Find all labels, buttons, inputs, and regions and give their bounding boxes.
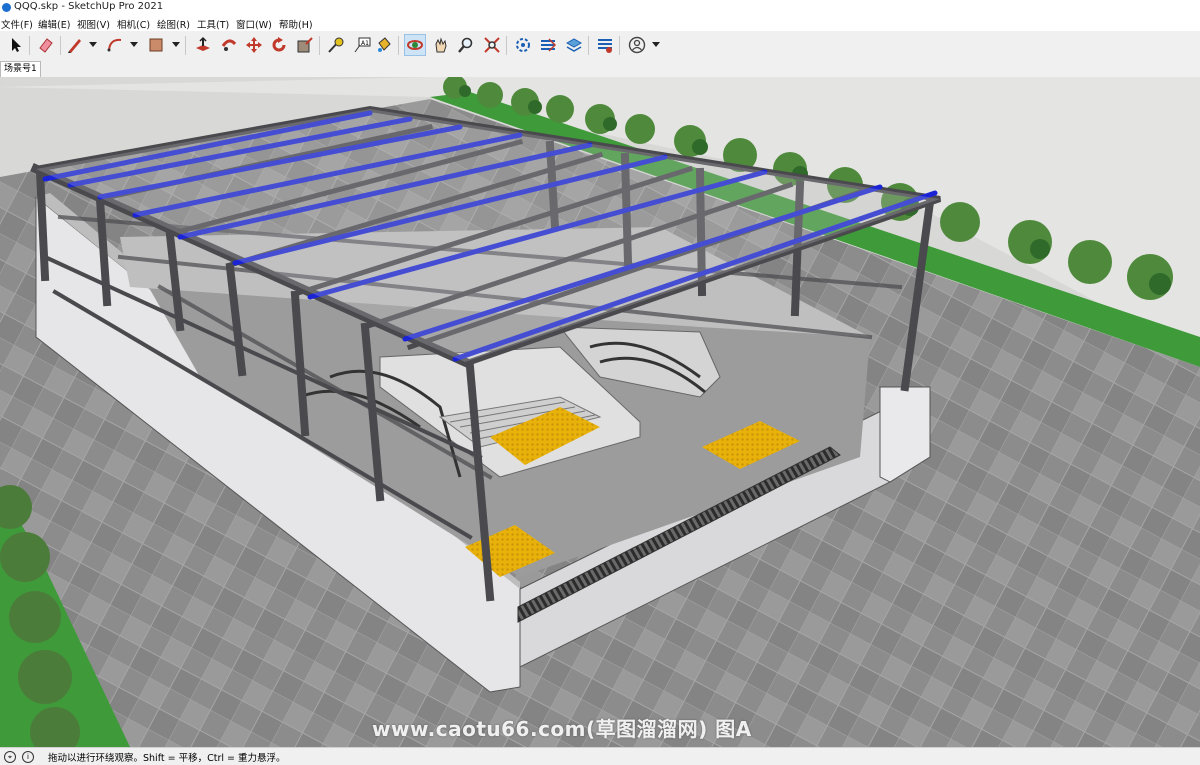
toolbar-separator (588, 36, 589, 55)
model-scene (0, 77, 1200, 747)
rectangle-icon (149, 38, 163, 52)
follow-me-tool-button[interactable] (218, 34, 240, 56)
account-button[interactable] (626, 34, 648, 56)
account-icon (628, 36, 646, 54)
menu-edit[interactable]: 编辑(E) (38, 17, 70, 31)
main-toolbar: A1 (0, 31, 1200, 61)
title-bar: QQQ.skp - SketchUp Pro 2021 (0, 0, 1200, 16)
pan-icon (435, 37, 447, 53)
layout-icon (565, 38, 583, 52)
arc-tool-button[interactable] (104, 34, 126, 56)
zoom-extents-icon (484, 37, 500, 53)
toolbar-separator (29, 36, 30, 55)
menu-view[interactable]: 视图(V) (77, 17, 110, 31)
toolbar-separator (185, 36, 186, 55)
menu-camera[interactable]: 相机(C) (117, 17, 150, 31)
chevron-down-icon[interactable] (652, 40, 660, 48)
zoom-extents-tool-button[interactable] (481, 34, 503, 56)
extension-warehouse-icon (541, 38, 557, 52)
geo-location-icon[interactable]: ⌖ (4, 751, 16, 763)
orbit-icon (407, 40, 423, 50)
extension-manager-button[interactable] (594, 34, 616, 56)
select-tool-button[interactable] (5, 34, 27, 56)
paint-bucket-icon (378, 37, 391, 52)
sketchup-app-icon (2, 3, 11, 12)
tape-measure-icon (328, 37, 344, 53)
extension-warehouse-button[interactable] (537, 34, 559, 56)
zoom-tool-button[interactable] (455, 34, 477, 56)
status-message: 拖动以进行环绕观察。Shift = 平移，Ctrl = 重力悬浮。 (48, 753, 286, 764)
push-pull-icon (196, 36, 210, 51)
pencil-line-icon (68, 39, 81, 53)
toolbar-separator (60, 36, 61, 55)
text-icon: A1 (354, 37, 371, 53)
text-tool-button[interactable]: A1 (351, 34, 373, 56)
chevron-down-icon[interactable] (130, 40, 138, 48)
scene-tab-bar: 场景号1 (0, 60, 1200, 77)
rectangle-tool-button[interactable] (145, 34, 167, 56)
move-tool-button[interactable] (243, 34, 265, 56)
menu-help[interactable]: 帮助(H) (279, 17, 313, 31)
zoom-icon (458, 37, 473, 53)
drawing-viewport[interactable]: www.caotu66.com(草图溜溜网) 图A (0, 77, 1200, 747)
toolbar-separator (506, 36, 507, 55)
move-icon (246, 37, 262, 53)
3d-warehouse-button[interactable] (512, 34, 534, 56)
arc-icon (107, 38, 122, 52)
orbit-tool-button[interactable] (404, 34, 426, 56)
rotate-icon (272, 37, 286, 52)
menu-tools[interactable]: 工具(T) (197, 17, 229, 31)
window-title: QQQ.skp - SketchUp Pro 2021 (14, 1, 164, 12)
warehouse-icon (516, 38, 530, 52)
watermark-text: www.caotu66.com(草图溜溜网) 图A (372, 717, 752, 741)
chevron-down-icon[interactable] (172, 40, 180, 48)
menu-file[interactable]: 文件(F) (1, 17, 33, 31)
menu-bar: 文件(F) 编辑(E) 视图(V) 相机(C) 绘图(R) 工具(T) 窗口(W… (0, 16, 1200, 31)
layout-button[interactable] (563, 34, 585, 56)
eraser-tool-button[interactable] (35, 34, 57, 56)
toolbar-separator (319, 36, 320, 55)
eraser-icon (39, 38, 53, 53)
scene-tab[interactable]: 场景号1 (0, 61, 41, 77)
follow-me-icon (221, 39, 237, 51)
toolbar-separator (619, 36, 620, 55)
menu-window[interactable]: 窗口(W) (236, 17, 272, 31)
chevron-down-icon[interactable] (89, 40, 97, 48)
toolbar-separator (398, 36, 399, 55)
scale-tool-button[interactable] (294, 34, 316, 56)
line-tool-button[interactable] (64, 34, 86, 56)
menu-draw[interactable]: 绘图(R) (157, 17, 190, 31)
rotate-tool-button[interactable] (268, 34, 290, 56)
select-arrow-icon (12, 38, 21, 52)
tape-measure-tool-button[interactable] (325, 34, 347, 56)
paint-bucket-tool-button[interactable] (373, 34, 395, 56)
extension-manager-icon (598, 39, 612, 53)
info-icon[interactable]: i (22, 751, 34, 763)
scale-icon (297, 37, 313, 53)
status-bar: ⌖ i 拖动以进行环绕观察。Shift = 平移，Ctrl = 重力悬浮。 (0, 747, 1200, 765)
svg-text:A1: A1 (361, 40, 369, 47)
pan-tool-button[interactable] (430, 34, 452, 56)
push-pull-tool-button[interactable] (192, 34, 214, 56)
